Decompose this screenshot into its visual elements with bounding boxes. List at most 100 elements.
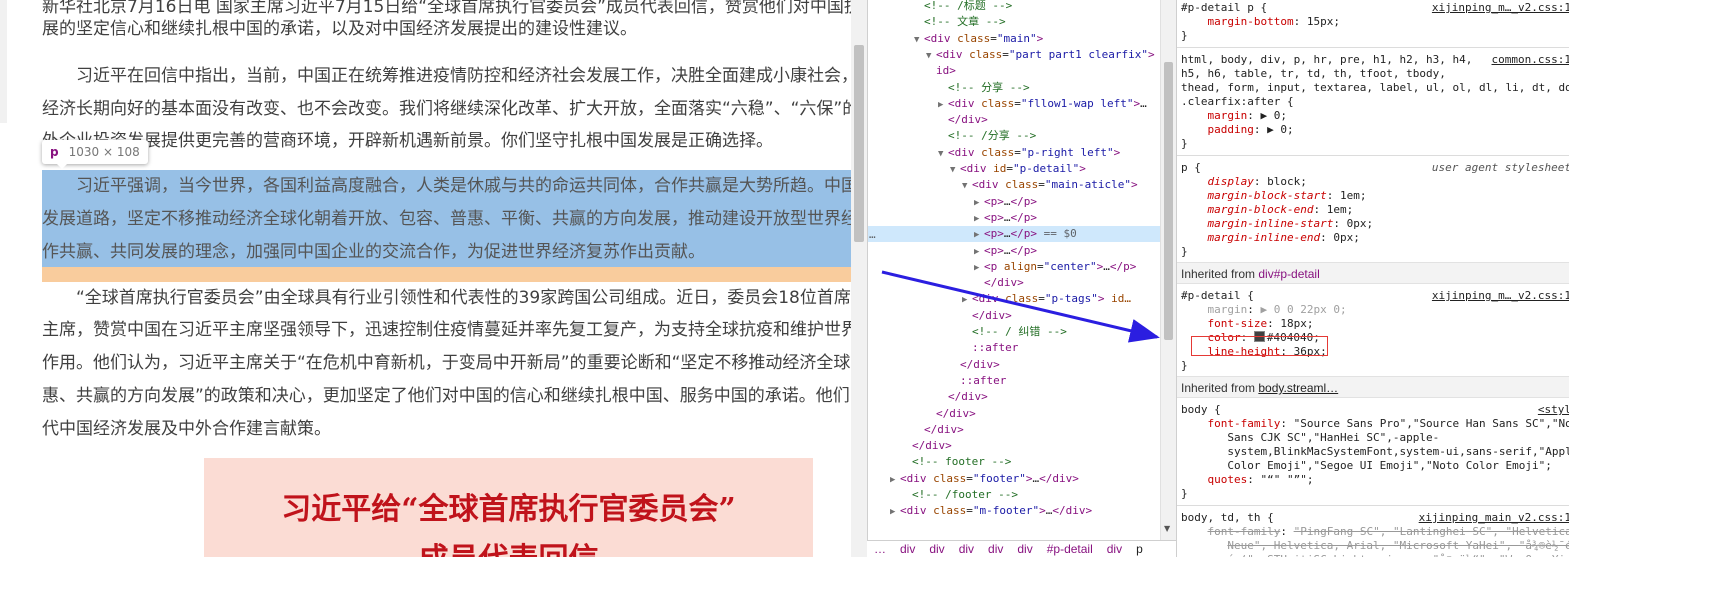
style-property[interactable]: margin: ▶ 0;: [1181, 109, 1569, 123]
style-property[interactable]: quotes: "“" "”";: [1181, 473, 1569, 487]
rule-source-link[interactable]: xijinping_main_v2.css:1: [1414, 511, 1569, 525]
dom-node[interactable]: ▶ <p>…</p>: [868, 210, 1161, 226]
expand-triangle-icon: ▶: [938, 99, 944, 110]
dom-node[interactable]: <!-- / 纠错 -->: [868, 324, 1161, 340]
inherited-source-link[interactable]: div#p-detail: [1258, 267, 1319, 281]
dom-node[interactable]: ▼ <div class="part part1 clearfix">: [868, 47, 1161, 63]
dom-node[interactable]: ▼ <div class="main-aticle">: [868, 177, 1161, 193]
rendered-page-viewport[interactable]: 新华社北京7月16日电 国家主席习近平7月15日给“全球首席执行官委员会”成员代…: [0, 0, 867, 557]
scroll-down-icon[interactable]: ▼: [1164, 524, 1170, 533]
dom-node[interactable]: </div>: [868, 389, 1161, 405]
rule-selector[interactable]: thead, form, input, textarea, label, ul,…: [1181, 81, 1569, 95]
breadcrumb-item[interactable]: div: [893, 541, 922, 558]
dom-node[interactable]: </div>: [868, 422, 1161, 438]
dom-node[interactable]: <!-- /标题 -->: [868, 0, 1161, 14]
element-size-tooltip: p 1030 × 108: [42, 140, 148, 164]
breadcrumb-item[interactable]: div: [1100, 541, 1129, 558]
style-property[interactable]: padding: ▶ 0;: [1181, 123, 1569, 137]
rule-selector[interactable]: p {user agent stylesheet: [1181, 161, 1569, 175]
breadcrumb-item[interactable]: …: [867, 541, 893, 558]
rule-selector[interactable]: html, body, div, p, hr, pre, h1, h2, h3,…: [1181, 53, 1569, 67]
styles-panel[interactable]: #p-detail p {xijinping_m…_v2.css:1 margi…: [1176, 0, 1569, 557]
style-property[interactable]: display: block;: [1181, 175, 1569, 189]
page-scrollbar-thumb[interactable]: [854, 45, 864, 242]
collapse-triangle-icon: ▼: [938, 148, 944, 159]
inherited-source-link[interactable]: body.streaml…: [1258, 381, 1338, 395]
dom-node[interactable]: </div>: [868, 112, 1161, 128]
style-property[interactable]: margin-block-start: 1em;: [1181, 189, 1569, 203]
tooltip-dimensions: 1030 × 108: [68, 145, 140, 159]
rule-source-link[interactable]: xijinping_m…_v2.css:1: [1427, 1, 1569, 15]
dom-node[interactable]: <!-- /分享 -->: [868, 128, 1161, 144]
rule-source-link[interactable]: <styl: [1533, 403, 1569, 417]
elements-scrollbar[interactable]: ▼: [1160, 0, 1176, 540]
article-line: 发展道路，坚定不移推动经济全球化朝着开放、包容、普惠、平衡、共赢的方向发展，推动…: [42, 209, 867, 229]
rule-close-brace: }: [1181, 137, 1188, 150]
dom-node[interactable]: ▶ <div class="m-footer">…</div>: [868, 503, 1161, 519]
dom-node[interactable]: id>: [868, 63, 1161, 79]
dom-node[interactable]: </div>: [868, 438, 1161, 454]
rule-source-link[interactable]: user agent stylesheet: [1427, 161, 1569, 175]
breadcrumb-item[interactable]: #p-detail: [1040, 541, 1100, 558]
dom-node[interactable]: ▶ <div class="p-tags"> id…: [868, 291, 1161, 307]
breadcrumb-item[interactable]: div: [1010, 541, 1039, 558]
style-property[interactable]: margin: ▶ 0 0 22px 0;: [1181, 303, 1569, 317]
rule-source-link[interactable]: common.css:1: [1487, 53, 1569, 67]
breadcrumb-item[interactable]: div: [952, 541, 981, 558]
article-line: 外企业投资发展提供更完善的营商环境，开辟新机遇新前景。你们坚守扎根中国发展是正确…: [42, 131, 773, 151]
style-property[interactable]: margin-inline-end: 0px;: [1181, 231, 1569, 245]
rule-source-link[interactable]: xijinping_m…_v2.css:1: [1427, 289, 1569, 303]
dom-node[interactable]: </div>: [868, 308, 1161, 324]
style-property[interactable]: margin-bottom: 15px;: [1181, 15, 1569, 29]
rule-selector[interactable]: #p-detail {xijinping_m…_v2.css:1: [1181, 289, 1569, 303]
style-property[interactable]: font-family: "Source Sans Pro","Source H…: [1181, 417, 1570, 431]
dom-node[interactable]: ::after: [868, 340, 1161, 356]
style-property[interactable]: margin-inline-start: 0px;: [1181, 217, 1569, 231]
style-property[interactable]: margin-block-end: 1em;: [1181, 203, 1569, 217]
dom-node-selected[interactable]: ▶ <p>…</p> == $0: [868, 226, 1161, 243]
dom-node[interactable]: <!-- 文章 -->: [868, 14, 1161, 30]
dom-node[interactable]: ▼ <div class="main">: [868, 31, 1161, 47]
dom-node[interactable]: ▶ <p>…</p>: [868, 243, 1161, 259]
article-line: 作用。他们认为，习近平主席关于“在危机中育新机，于变局中开新局”的重要论断和“坚…: [42, 353, 867, 373]
rule-selector[interactable]: .clearfix:after {: [1181, 95, 1569, 109]
style-property[interactable]: font-family: "PingFang SC", "Lantinghei …: [1181, 525, 1570, 539]
rule-selector[interactable]: body, td, th {xijinping_main_v2.css:1: [1181, 511, 1569, 525]
elements-scrollbar-thumb[interactable]: [1164, 62, 1173, 340]
node-actions-ellipsis[interactable]: …: [869, 228, 876, 241]
article-line: 作共赢、共同发展的理念，加强同中国企业的交流合作，为促进世界经济复苏作出贡献。: [42, 242, 705, 262]
breadcrumb-item[interactable]: div: [922, 541, 951, 558]
dom-node[interactable]: ▶ <p>…</p>: [868, 194, 1161, 210]
style-property[interactable]: font-size: 18px;: [1181, 317, 1569, 331]
rule-selector[interactable]: h5, h6, table, tr, td, th, tfoot, tbody,: [1181, 67, 1569, 81]
breadcrumb-item-selected[interactable]: p: [1129, 541, 1150, 558]
expand-triangle-icon: ▶: [974, 230, 980, 241]
style-property-continuation[interactable]: Neue", Helvetica, Arial, "Microsoft YaHe…: [1181, 539, 1569, 553]
style-property-continuation[interactable]: é»‘", STHeitiSC-Light, simsun, "å®‹ä½“",…: [1181, 553, 1569, 557]
dom-node[interactable]: <!-- footer -->: [868, 454, 1161, 470]
style-property-continuation[interactable]: Color Emoji","Segoe UI Emoji","Noto Colo…: [1181, 459, 1569, 473]
dom-node[interactable]: ::after: [868, 373, 1161, 389]
article-line: 展的坚定信心和继续扎根中国的承诺，以及对中国经济发展提出的建设性建议。: [42, 19, 637, 39]
dom-node[interactable]: ▼ <div id="p-detail">: [868, 161, 1161, 177]
style-property-continuation[interactable]: system,BlinkMacSystemFont,system-ui,sans…: [1181, 445, 1569, 459]
letter-title-line: 成员代表回信: [204, 534, 813, 557]
article-line: 经济长期向好的基本面没有改变、也不会改变。我们将继续深化改革、扩大开放，全面落实…: [42, 99, 867, 119]
dom-node[interactable]: ▶ <p align="center">…</p>: [868, 259, 1161, 275]
style-property-continuation[interactable]: Sans CJK SC","HanHei SC",-apple-: [1181, 431, 1569, 445]
dom-node[interactable]: <!-- 分享 -->: [868, 80, 1161, 96]
rule-selector[interactable]: body {<styl: [1181, 403, 1569, 417]
breadcrumb-item[interactable]: div: [981, 541, 1010, 558]
page-scrollbar[interactable]: [851, 0, 867, 557]
elements-tree-panel[interactable]: <!-- /标题 --> <!-- 文章 --> ▼ <div class="main…: [867, 0, 1161, 540]
line-height-annotation-box: [1191, 336, 1328, 356]
rule-selector[interactable]: #p-detail p {xijinping_m…_v2.css:1: [1181, 1, 1569, 15]
dom-node[interactable]: ▼ <div class="p-right left">: [868, 145, 1161, 161]
dom-node[interactable]: </div>: [868, 275, 1161, 291]
letter-title-line: 习近平给“全球首席执行官委员会”: [281, 492, 736, 527]
dom-node[interactable]: </div>: [868, 406, 1161, 422]
dom-node[interactable]: </div>: [868, 357, 1161, 373]
dom-node[interactable]: <!-- /footer -->: [868, 487, 1161, 503]
dom-node[interactable]: ▶ <div class="fllow1-wap left">…: [868, 96, 1161, 112]
dom-node[interactable]: ▶ <div class="footer">…</div>: [868, 471, 1161, 487]
